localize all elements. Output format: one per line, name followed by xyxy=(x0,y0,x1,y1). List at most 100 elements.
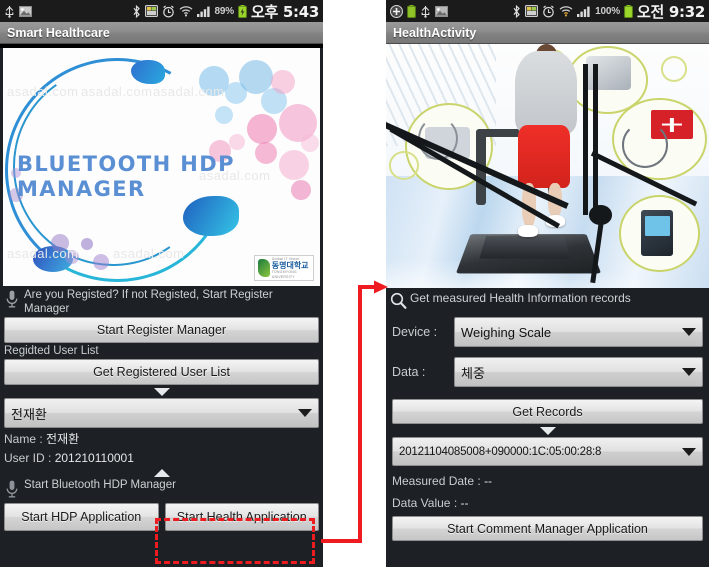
start-register-manager-button[interactable]: Start Register Manager xyxy=(4,317,319,343)
app-body-right: Get measured Health Information records … xyxy=(386,44,709,567)
device-spinner-value: Weighing Scale xyxy=(461,324,552,340)
leaf-icon xyxy=(258,259,270,277)
data-value-row: Data Value : -- xyxy=(386,490,709,516)
measured-date-row: Measured Date : -- xyxy=(386,466,709,490)
chevron-down-icon xyxy=(298,409,312,417)
frame-bar-3 xyxy=(583,63,589,215)
record-spinner-value: 20121104085008+090000:1C:05:00:28:8 xyxy=(399,445,602,458)
start-hdp-application-button[interactable]: Start HDP Application xyxy=(4,503,159,531)
add-icon xyxy=(390,4,403,18)
treadmill-health-devices-image xyxy=(386,44,709,288)
status-bar-right: 100% 오전 9:32 xyxy=(386,0,709,22)
microphone-icon xyxy=(4,479,20,499)
bluetooth-hdp-manager-splash: asadal.com asadal.com asadal.com asadal.… xyxy=(3,48,320,286)
image-icon xyxy=(435,5,448,17)
wifi-icon xyxy=(559,5,573,17)
userid-row: User ID : 201210110001 xyxy=(0,449,323,467)
battery-percent-label: 89% xyxy=(214,5,235,17)
data-label: Data : xyxy=(392,365,426,379)
battery-charging-icon xyxy=(238,4,247,18)
down-arrow-indicator xyxy=(386,424,709,437)
record-spinner[interactable]: 20121104085008+090000:1C:05:00:28:8 xyxy=(392,437,703,466)
decorative-bubble xyxy=(660,56,688,83)
measured-date-label: Measured Date : xyxy=(392,474,481,488)
logo-name-en: TONGMYONG UNIVERSITY xyxy=(271,269,297,279)
data-spinner[interactable]: 체중 xyxy=(454,357,703,387)
name-label: Name : xyxy=(4,432,43,446)
data-spinner-value: 체중 xyxy=(461,365,485,381)
user-spinner[interactable]: 전재환 xyxy=(4,398,319,428)
battery-full-icon xyxy=(624,4,633,18)
chevron-down-icon xyxy=(682,328,696,336)
watermark: asadal.com xyxy=(113,246,185,261)
sd-card-icon xyxy=(525,5,539,17)
splash-title: BLUETOOTH HDP MANAGER xyxy=(17,152,235,202)
watermark: asadal.com xyxy=(153,84,225,99)
treadmill-belt xyxy=(479,236,571,259)
userid-label: User ID : xyxy=(4,451,52,465)
chevron-down-icon xyxy=(682,368,696,376)
battery-green-icon xyxy=(407,4,416,18)
alarm-icon xyxy=(542,5,555,18)
name-value: 전재환 xyxy=(46,432,80,446)
glucose-meter-icon xyxy=(641,209,674,257)
chevron-down-icon xyxy=(539,426,556,435)
data-value-value: -- xyxy=(460,496,469,510)
frame-bar-4 xyxy=(592,63,598,215)
runner-shoe-left xyxy=(518,224,538,237)
start-bt-hint-text: Start Bluetooth HDP Manager xyxy=(24,479,176,491)
get-records-button[interactable]: Get Records xyxy=(392,399,703,424)
chevron-down-icon xyxy=(682,447,696,456)
data-value-label: Data Value : xyxy=(392,496,458,510)
app-title-right: HealthActivity xyxy=(393,25,477,40)
image-icon xyxy=(19,5,32,17)
microphone-icon xyxy=(4,289,20,309)
bluetooth-icon xyxy=(512,4,521,18)
chevron-down-icon xyxy=(153,387,170,396)
register-hint-text: Are you Registed? If not Registed, Start… xyxy=(24,289,273,315)
phone-screen-health-activity: 100% 오전 9:32 HealthActivity Get measured… xyxy=(386,0,709,567)
status-bar-left: 89% 오후 5:43 xyxy=(0,0,323,22)
title-bar-right: HealthActivity xyxy=(386,22,709,44)
signal-icon xyxy=(577,5,591,17)
userid-value: 201210110001 xyxy=(54,451,134,465)
records-hint-text: Get measured Health Information records xyxy=(410,291,631,305)
university-logo: Global IT Vision 동명대학교 TONGMYONG UNIVERS… xyxy=(254,255,314,281)
runner-pants xyxy=(518,124,571,188)
wifi-icon xyxy=(179,5,193,17)
register-hint-row: Are you Registed? If not Registed, Start… xyxy=(0,286,323,317)
search-icon xyxy=(390,292,407,312)
up-arrow-indicator xyxy=(0,467,323,478)
runner-shirt xyxy=(515,51,577,135)
down-arrow-indicator xyxy=(0,385,323,398)
chevron-up-icon xyxy=(153,468,170,477)
app-title-left: Smart Healthcare xyxy=(7,25,110,40)
phone-screen-smart-healthcare: 89% 오후 5:43 Smart Healthcare asadal.com … xyxy=(0,0,323,567)
watermark: asadal.com xyxy=(7,84,79,99)
alarm-icon xyxy=(162,5,175,18)
measured-date-value: -- xyxy=(484,474,493,488)
usb-icon xyxy=(4,5,15,18)
name-row: Name : 전재환 xyxy=(0,428,323,449)
title-bar-left: Smart Healthcare xyxy=(0,22,323,44)
user-spinner-value: 전재환 xyxy=(11,406,47,422)
registered-user-list-label: Regidted User List xyxy=(4,345,99,357)
splash-title-line1: BLUETOOTH HDP xyxy=(17,152,235,176)
start-health-application-button[interactable]: Start Health Application xyxy=(164,503,319,531)
records-hint-row: Get measured Health Information records xyxy=(386,288,709,313)
watermark: asadal.com xyxy=(7,246,79,261)
logo-name-kr: 동명대학교 xyxy=(271,260,309,270)
get-registered-user-list-button[interactable]: Get Registered User List xyxy=(4,359,319,385)
start-comment-manager-button[interactable]: Start Comment Manager Application xyxy=(392,516,703,541)
signal-icon xyxy=(196,5,211,17)
device-spinner[interactable]: Weighing Scale xyxy=(454,317,703,347)
decorative-bubble xyxy=(389,151,420,180)
stethoscope-icon xyxy=(621,122,668,168)
clock-label: 오전 9:32 xyxy=(636,2,705,21)
data-field-row: Data : 체중 xyxy=(386,347,709,387)
battery-percent-label: 100% xyxy=(595,5,620,17)
start-bt-hint-row: Start Bluetooth HDP Manager xyxy=(0,478,323,500)
usb-icon xyxy=(420,5,431,18)
device-field-row: Device : Weighing Scale xyxy=(386,313,709,347)
device-label: Device : xyxy=(392,325,438,339)
